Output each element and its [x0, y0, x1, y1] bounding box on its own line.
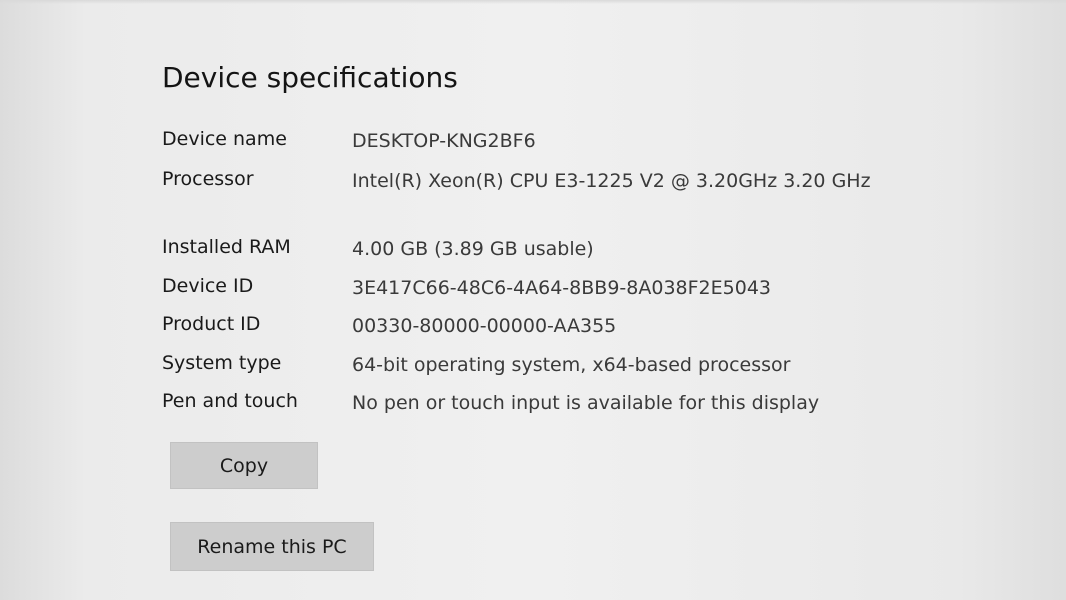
spec-row-system-type: System type 64-bit operating system, x64… — [162, 352, 1042, 390]
spec-value[interactable]: 00330-80000-00000-AA355 — [352, 313, 872, 340]
spec-label: Product ID — [162, 313, 261, 335]
spec-value[interactable]: DESKTOP-KNG2BF6 — [352, 128, 872, 155]
rename-pc-button[interactable]: Rename this PC — [170, 522, 374, 571]
section-title: Device specifications — [162, 61, 458, 94]
spec-list: Device name DESKTOP-KNG2BF6 Processor In… — [162, 128, 1042, 428]
spec-value[interactable]: Intel(R) Xeon(R) CPU E3-1225 V2 @ 3.20GH… — [352, 168, 872, 195]
spec-row-installed-ram: Installed RAM 4.00 GB (3.89 GB usable) — [162, 236, 1042, 275]
spec-value[interactable]: 4.00 GB (3.89 GB usable) — [352, 236, 872, 263]
copy-button[interactable]: Copy — [170, 442, 318, 489]
device-specifications-panel: Device specifications Device name DESKTO… — [162, 58, 1042, 428]
spec-row-product-id: Product ID 00330-80000-00000-AA355 — [162, 313, 1042, 352]
spec-label: Pen and touch — [162, 390, 298, 412]
spec-row-device-name: Device name DESKTOP-KNG2BF6 — [162, 128, 1042, 168]
spec-value[interactable]: 3E417C66-48C6-4A64-8BB9-8A038F2E5043 — [352, 275, 872, 302]
spec-row-pen-and-touch: Pen and touch No pen or touch input is a… — [162, 390, 1042, 428]
settings-screen: Device specifications Device name DESKTO… — [0, 0, 1066, 600]
spec-label: System type — [162, 352, 282, 374]
spec-label: Installed RAM — [162, 236, 291, 258]
spec-label: Device ID — [162, 275, 254, 297]
spec-row-device-id: Device ID 3E417C66-48C6-4A64-8BB9-8A038F… — [162, 275, 1042, 313]
window-top-edge — [0, 0, 1066, 4]
spec-label: Device name — [162, 128, 287, 150]
spec-value[interactable]: No pen or touch input is available for t… — [352, 390, 872, 417]
spec-value[interactable]: 64-bit operating system, x64-based proce… — [352, 352, 872, 379]
spec-label: Processor — [162, 168, 254, 190]
spec-row-processor: Processor Intel(R) Xeon(R) CPU E3-1225 V… — [162, 168, 1042, 236]
